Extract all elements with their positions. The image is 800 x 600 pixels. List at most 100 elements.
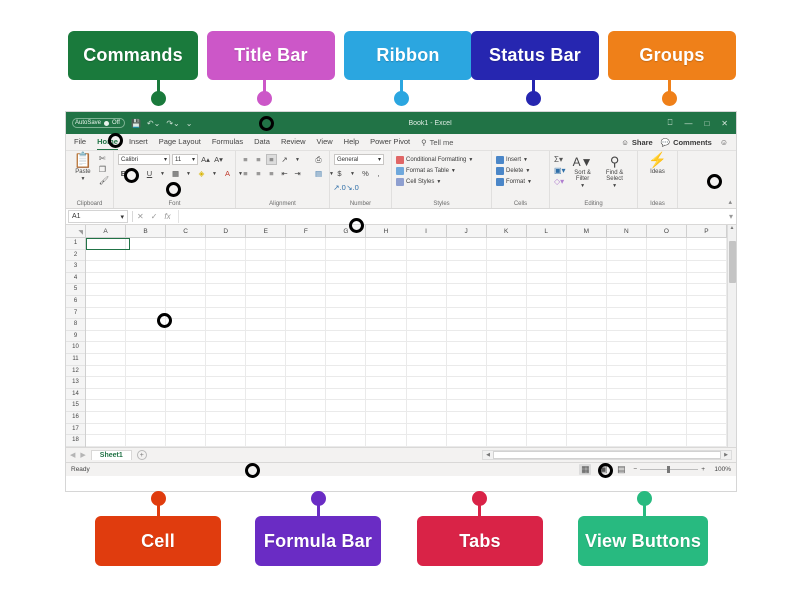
grid-cell[interactable] — [447, 400, 487, 411]
grid-cell[interactable] — [687, 307, 727, 319]
zoom-level[interactable]: 100% — [711, 466, 731, 473]
grid-row[interactable] — [86, 365, 727, 378]
account-icon[interactable]: ☺ — [720, 138, 728, 147]
zoom-knob[interactable] — [667, 466, 670, 473]
grid-cell[interactable] — [126, 400, 167, 411]
grid-cell[interactable] — [166, 353, 207, 365]
grid-cell[interactable] — [246, 295, 287, 307]
normal-view-icon[interactable]: ▦ — [579, 464, 592, 475]
grid-cell[interactable] — [366, 319, 407, 330]
grid-cell[interactable] — [246, 307, 287, 319]
grid-cell[interactable] — [166, 342, 207, 353]
increase-indent-icon[interactable]: ⇥ — [292, 168, 303, 179]
grid-cell[interactable] — [86, 435, 127, 446]
grid-cell[interactable] — [647, 365, 687, 377]
grid-cell[interactable] — [246, 319, 287, 330]
paste-button[interactable]: 📋 Paste ▼ — [70, 153, 96, 182]
grid-cell[interactable] — [126, 272, 167, 284]
grid-cell[interactable] — [86, 353, 127, 365]
conditional-formatting-button[interactable]: Conditional Formatting ▼ — [396, 156, 473, 164]
cell-styles-button[interactable]: Cell Styles ▼ — [396, 178, 441, 186]
column-header-O[interactable]: O — [647, 225, 687, 237]
qat-dropdown-icon[interactable]: ⌄ — [186, 119, 193, 128]
grid-row[interactable] — [86, 307, 727, 320]
grid-cell[interactable] — [86, 411, 127, 423]
grid-cell[interactable] — [487, 261, 527, 272]
grid-cell[interactable] — [326, 295, 367, 307]
column-header-M[interactable]: M — [567, 225, 607, 237]
tab-page-layout[interactable]: Page Layout — [159, 137, 201, 147]
grid-cell[interactable] — [687, 411, 727, 423]
grid-cell[interactable] — [86, 365, 127, 377]
grid-cell[interactable] — [687, 400, 727, 411]
grid-cell[interactable] — [366, 435, 407, 446]
row-header-9[interactable]: 9 — [66, 331, 85, 343]
grid-cell[interactable] — [206, 295, 247, 307]
grid-cell[interactable] — [487, 249, 527, 261]
grid-cell[interactable] — [366, 342, 407, 353]
grid-cell[interactable] — [607, 388, 647, 400]
grid-cell[interactable] — [206, 400, 247, 411]
grid-cell[interactable] — [487, 319, 527, 330]
grid-cell[interactable] — [607, 272, 647, 284]
grid-cell[interactable] — [326, 400, 367, 411]
save-icon[interactable]: 💾 — [131, 119, 141, 128]
center-icon[interactable]: ≡ — [253, 168, 264, 179]
grid-cell[interactable] — [206, 238, 247, 249]
grid-row[interactable] — [86, 423, 727, 436]
grid-cell[interactable] — [487, 353, 527, 365]
tab-file[interactable]: File — [74, 137, 86, 147]
scroll-left-icon[interactable]: ◀ — [483, 452, 493, 458]
grid-cell[interactable] — [567, 423, 607, 435]
grid-cell[interactable] — [407, 330, 447, 342]
grid-cell[interactable] — [567, 261, 607, 272]
grid-row[interactable] — [86, 435, 727, 447]
grid-cell[interactable] — [607, 435, 647, 446]
grid-cell[interactable] — [447, 238, 487, 249]
grid-cell[interactable] — [607, 238, 647, 249]
grid-cell[interactable] — [366, 330, 407, 342]
grid-cell[interactable] — [687, 388, 727, 400]
grid-cell[interactable] — [607, 249, 647, 261]
grid-cell[interactable] — [607, 411, 647, 423]
grid-cell[interactable] — [487, 365, 527, 377]
grid-cell[interactable] — [527, 284, 567, 295]
grid-cell[interactable] — [647, 272, 687, 284]
grid-cell[interactable] — [607, 307, 647, 319]
grid-cell[interactable] — [86, 272, 127, 284]
grid-cell[interactable] — [366, 307, 407, 319]
row-header-5[interactable]: 5 — [66, 284, 85, 296]
grid-cell[interactable] — [527, 353, 567, 365]
page-break-preview-icon[interactable]: ▤ — [615, 464, 627, 475]
grid-cell[interactable] — [86, 284, 127, 295]
grid-cell[interactable] — [687, 272, 727, 284]
grid-cell[interactable] — [687, 261, 727, 272]
grid-cell[interactable] — [487, 284, 527, 295]
grid-cell[interactable] — [527, 423, 567, 435]
grid-cell[interactable] — [326, 342, 367, 353]
expand-formula-bar-icon[interactable]: ▾ — [729, 212, 733, 221]
grid-cell[interactable] — [86, 249, 127, 261]
grid-row[interactable] — [86, 261, 727, 273]
grid-cell[interactable] — [647, 261, 687, 272]
grid-cell[interactable] — [366, 400, 407, 411]
cell-area[interactable] — [86, 238, 727, 447]
grid-cell[interactable] — [447, 365, 487, 377]
grid-cell[interactable] — [447, 307, 487, 319]
grid-cell[interactable] — [86, 330, 127, 342]
grid-cell[interactable] — [407, 319, 447, 330]
grid-cell[interactable] — [86, 400, 127, 411]
grid-cell[interactable] — [647, 423, 687, 435]
grid-cell[interactable] — [567, 319, 607, 330]
grid-cell[interactable] — [286, 330, 327, 342]
grid-cell[interactable] — [246, 272, 287, 284]
row-header-6[interactable]: 6 — [66, 296, 85, 308]
grid-cell[interactable] — [286, 295, 327, 307]
row-header-7[interactable]: 7 — [66, 308, 85, 320]
fill-icon[interactable]: ▣▾ — [554, 166, 566, 175]
grid-cell[interactable] — [326, 365, 367, 377]
tab-data[interactable]: Data — [254, 137, 270, 147]
grid-cell[interactable] — [567, 272, 607, 284]
grid-cell[interactable] — [607, 284, 647, 295]
grid-cell[interactable] — [246, 238, 287, 249]
